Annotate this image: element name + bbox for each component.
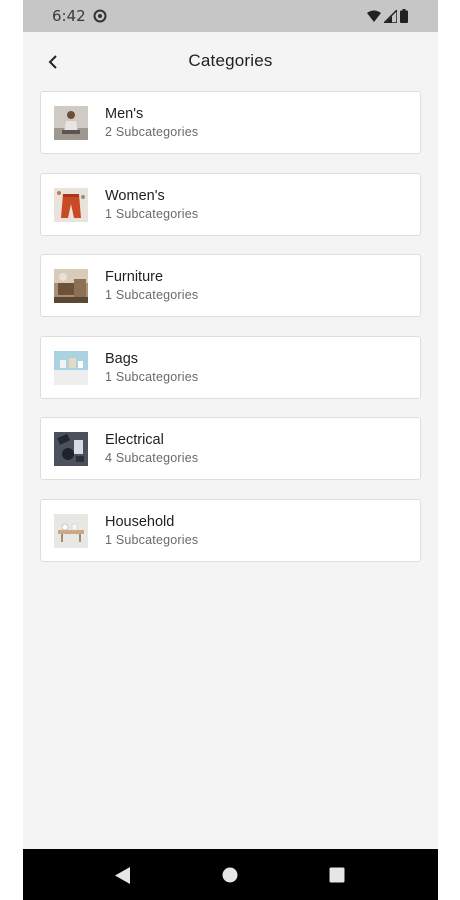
category-thumbnail xyxy=(54,350,88,385)
back-triangle-icon xyxy=(115,866,130,884)
nav-back-button[interactable] xyxy=(113,865,133,885)
category-item-bags[interactable]: Bags 1 Subcategories xyxy=(40,335,421,399)
category-item-womens[interactable]: Women's 1 Subcategories xyxy=(40,172,421,236)
subcategory-count: 4 Subcategories xyxy=(105,451,199,465)
wifi-icon xyxy=(367,10,381,22)
category-name: Furniture xyxy=(105,269,164,285)
battery-icon xyxy=(400,9,408,23)
category-name: Electrical xyxy=(105,432,164,448)
category-item-household[interactable]: Household 1 Subcategories xyxy=(40,498,421,562)
nav-home-button[interactable] xyxy=(220,865,240,885)
category-item-furniture[interactable]: Furniture 1 Subcategories xyxy=(40,254,421,317)
category-thumbnail xyxy=(54,187,88,222)
status-time: 6:42 xyxy=(52,7,86,25)
category-name: Household xyxy=(105,513,175,530)
recents-square-icon xyxy=(329,867,345,883)
home-circle-icon xyxy=(222,867,238,883)
app-header: Categories xyxy=(23,32,438,90)
subcategory-count: 1 Subcategories xyxy=(105,369,199,384)
category-thumbnail xyxy=(54,269,88,303)
subcategory-count: 2 Subcategories xyxy=(105,125,199,139)
status-icons xyxy=(367,9,408,23)
category-item-electrical[interactable]: Electrical 4 Subcategories xyxy=(40,417,421,480)
system-nav-bar xyxy=(23,849,438,900)
category-name: Women's xyxy=(105,187,165,204)
page-title: Categories xyxy=(188,51,273,70)
signal-icon xyxy=(384,9,397,23)
subcategory-count: 1 Subcategories xyxy=(105,532,199,547)
category-thumbnail xyxy=(54,432,88,466)
category-thumbnail xyxy=(54,513,88,548)
app-screen: 6:42 Categories Men's 2 Subcategories Wo… xyxy=(23,0,438,900)
subcategory-count: 1 Subcategories xyxy=(105,206,199,221)
category-name: Men's xyxy=(105,106,144,122)
category-name: Bags xyxy=(105,350,139,367)
category-thumbnail xyxy=(54,106,88,140)
nav-recents-button[interactable] xyxy=(327,865,347,885)
category-list: Men's 2 Subcategories Women's 1 Subcateg… xyxy=(40,91,421,580)
app-notification-icon xyxy=(93,9,107,23)
status-bar: 6:42 xyxy=(23,0,438,32)
category-item-mens[interactable]: Men's 2 Subcategories xyxy=(40,91,421,154)
subcategory-count: 1 Subcategories xyxy=(105,288,199,302)
